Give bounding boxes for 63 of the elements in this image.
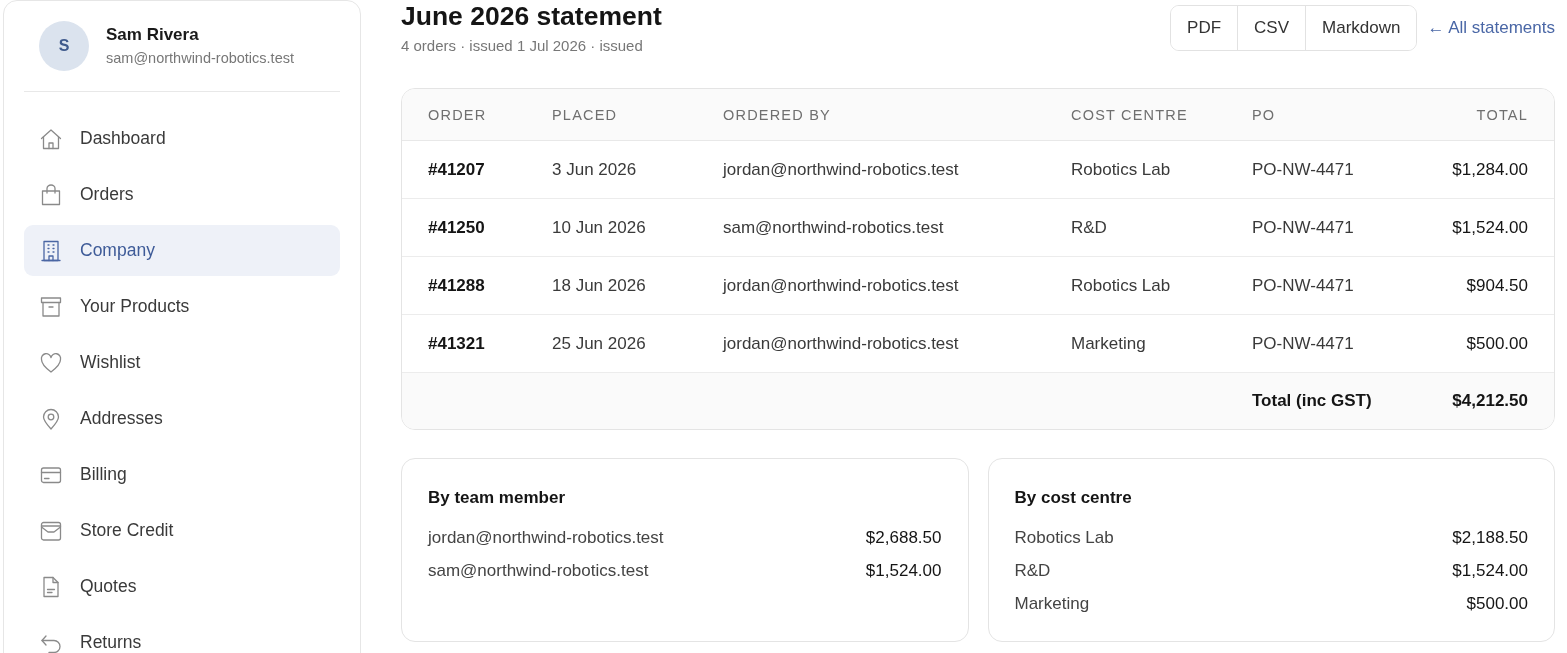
table-cell: R&D [1045,199,1226,257]
summary-label: R&D [1014,560,1051,581]
table-cell: PO-NW-4471 [1226,141,1403,199]
sidebar-item[interactable]: Wishlist [24,337,340,388]
total-value: $4,212.50 [1452,391,1528,410]
column-header: ORDERED BY [697,89,1045,141]
total-label: Total (inc GST) [1252,391,1372,410]
shopping-bag-icon [40,183,62,206]
export-button[interactable]: PDF [1171,6,1239,50]
sidebar-item[interactable]: Addresses [24,393,340,444]
archive-box-icon [40,295,62,318]
house-icon [40,127,62,150]
table-cell: #41207 [402,141,526,199]
table-cell: #41250 [402,199,526,257]
table-cell: sam@northwind-robotics.test [697,199,1045,257]
summary-amount: $2,188.50 [1452,527,1528,548]
document-icon [40,575,62,598]
sidebar-item[interactable]: Store Credit [24,505,340,556]
table-cell: 10 Jun 2026 [526,199,697,257]
summary-amount: $2,688.50 [865,527,942,548]
sidebar-item[interactable]: Company [24,225,340,276]
column-header: COST CENTRE [1045,89,1226,141]
summary-label: sam@northwind-robotics.test [428,560,649,581]
heart-icon [40,351,62,374]
building-icon [40,239,62,262]
summary-amount: $1,524.00 [1452,560,1528,581]
table-cell: jordan@northwind-robotics.test [697,257,1045,315]
avatar: S [39,21,89,71]
table-cell: PO-NW-4471 [1226,257,1403,315]
sidebar-item[interactable]: Billing [24,449,340,500]
table-cell: 3 Jun 2026 [526,141,697,199]
table-cell: PO-NW-4471 [1226,199,1403,257]
summary-amount: $500.00 [1466,593,1528,614]
summary-label: jordan@northwind-robotics.test [428,527,664,548]
table-cell: $904.50 [1403,257,1554,315]
sidebar-item[interactable]: Dashboard [24,113,340,164]
user-name: Sam Rivera [106,24,200,46]
table-cell: Robotics Lab [1045,257,1226,315]
sidebar-item[interactable]: Returns [24,617,340,653]
column-header: PLACED [526,89,697,141]
column-header: PO [1226,89,1403,141]
sidebar-item[interactable]: Orders [24,169,340,220]
table-cell: $1,524.00 [1403,199,1554,257]
table-cell: 18 Jun 2026 [526,257,697,315]
user-email: sam@northwind-robotics.test [106,49,294,68]
column-header: ORDER [402,89,526,141]
back-link[interactable]: ← All statements [1427,18,1555,38]
summary-amount: $1,524.00 [865,560,942,581]
table-cell: Robotics Lab [1045,141,1226,199]
summary-label: Robotics Lab [1014,527,1114,548]
table-cell: $1,284.00 [1403,141,1554,199]
summary-label: Marketing [1014,593,1090,614]
sidebar-item[interactable]: Quotes [24,561,340,612]
column-header: TOTAL [1403,89,1554,141]
map-pin-icon [40,407,62,430]
table-cell: jordan@northwind-robotics.test [697,141,1045,199]
envelope-icon [40,519,62,542]
page-title: June 2026 statement [401,0,662,33]
card-title: By team member [428,487,566,509]
statement-summary: 4 orders · issued 1 Jul 2026 · issued [401,36,644,56]
sidebar-item[interactable]: Your Products [24,281,340,332]
card-title: By cost centre [1014,487,1133,509]
table-cell: #41288 [402,257,526,315]
